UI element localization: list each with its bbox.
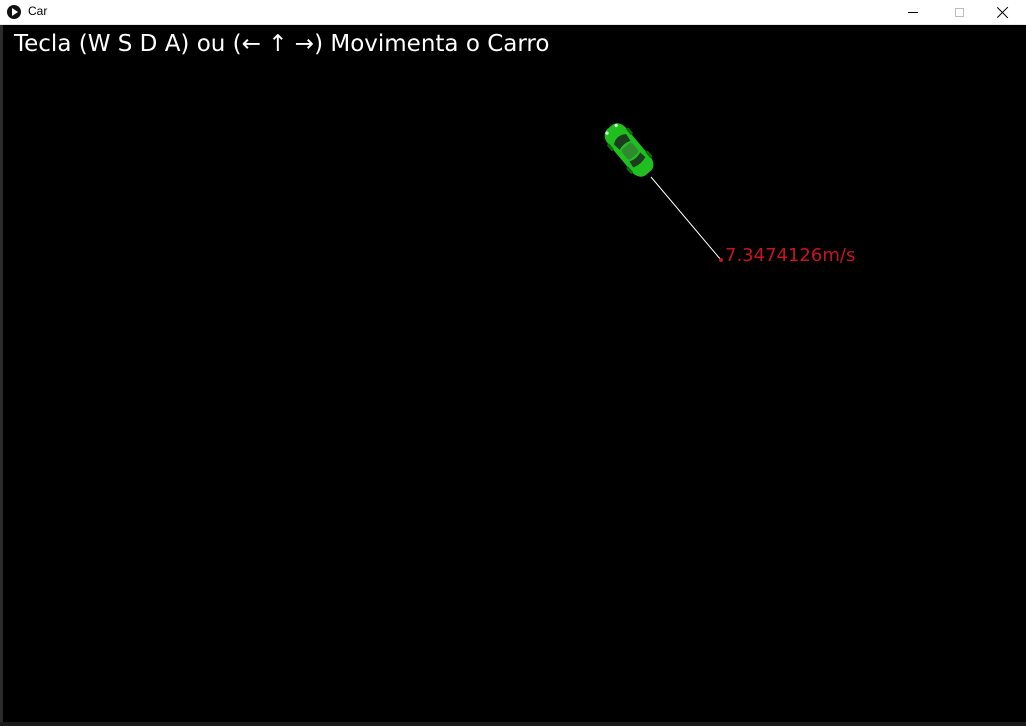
title-bar[interactable]: Car <box>0 0 1026 25</box>
minimize-icon <box>908 11 918 13</box>
close-button[interactable] <box>980 0 1026 24</box>
maximize-button[interactable] <box>936 0 982 24</box>
speed-readout: 7.3474126m/s <box>725 245 856 266</box>
play-circle-icon <box>7 5 21 19</box>
game-window: Car Tecla (W S D A) ou (← ↑ →) Movimenta… <box>0 0 1026 726</box>
close-icon <box>997 6 1009 18</box>
game-canvas[interactable] <box>3 25 1026 722</box>
minimize-button[interactable] <box>890 0 936 24</box>
maximize-icon <box>954 7 964 17</box>
window-bottom-border <box>0 722 1026 726</box>
window-title: Car <box>28 4 48 18</box>
instructions-text: Tecla (W S D A) ou (← ↑ →) Movimenta o C… <box>14 31 550 57</box>
